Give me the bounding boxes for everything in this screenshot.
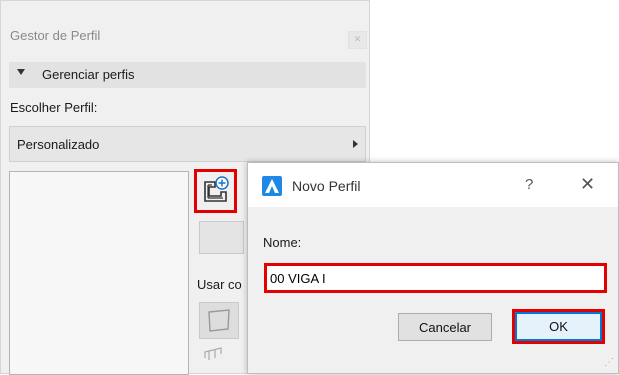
archicad-logo-icon (262, 176, 282, 196)
dialog-titlebar[interactable]: Novo Perfil ? ✕ (248, 163, 618, 207)
section-label: Gerenciar perfis (42, 67, 135, 82)
profile-action-button[interactable] (199, 221, 244, 254)
panel-title: Gestor de Perfil (10, 28, 101, 43)
new-profile-button[interactable] (194, 169, 237, 213)
resize-grip-icon[interactable]: ⋰ (604, 357, 614, 368)
triangle-right-icon (353, 140, 358, 148)
section-header-manage-profiles[interactable]: Gerenciar perfis (9, 62, 366, 88)
close-icon[interactable]: ✕ (580, 174, 595, 195)
profile-select[interactable]: Personalizado (9, 126, 366, 162)
wall-element-button[interactable] (199, 302, 239, 339)
new-profile-dialog: Novo Perfil ? ✕ Nome: Cancelar OK ⋰ (247, 162, 619, 374)
beam-icon[interactable] (203, 344, 223, 367)
selected-profile-value: Personalizado (17, 137, 100, 152)
profile-name-input[interactable] (264, 263, 607, 293)
dialog-title: Novo Perfil (292, 178, 361, 194)
cancel-button[interactable]: Cancelar (398, 313, 492, 341)
close-icon[interactable]: ✕ (348, 31, 367, 49)
wall-icon (208, 309, 230, 332)
help-icon[interactable]: ? (525, 176, 533, 193)
new-profile-icon (204, 176, 229, 202)
choose-profile-label: Escolher Perfil: (10, 100, 98, 115)
use-as-label: Usar co (197, 277, 242, 292)
triangle-down-icon (17, 69, 25, 75)
ok-button[interactable]: OK (515, 312, 602, 341)
name-label: Nome: (263, 235, 302, 250)
profile-preview-list[interactable] (9, 171, 189, 375)
